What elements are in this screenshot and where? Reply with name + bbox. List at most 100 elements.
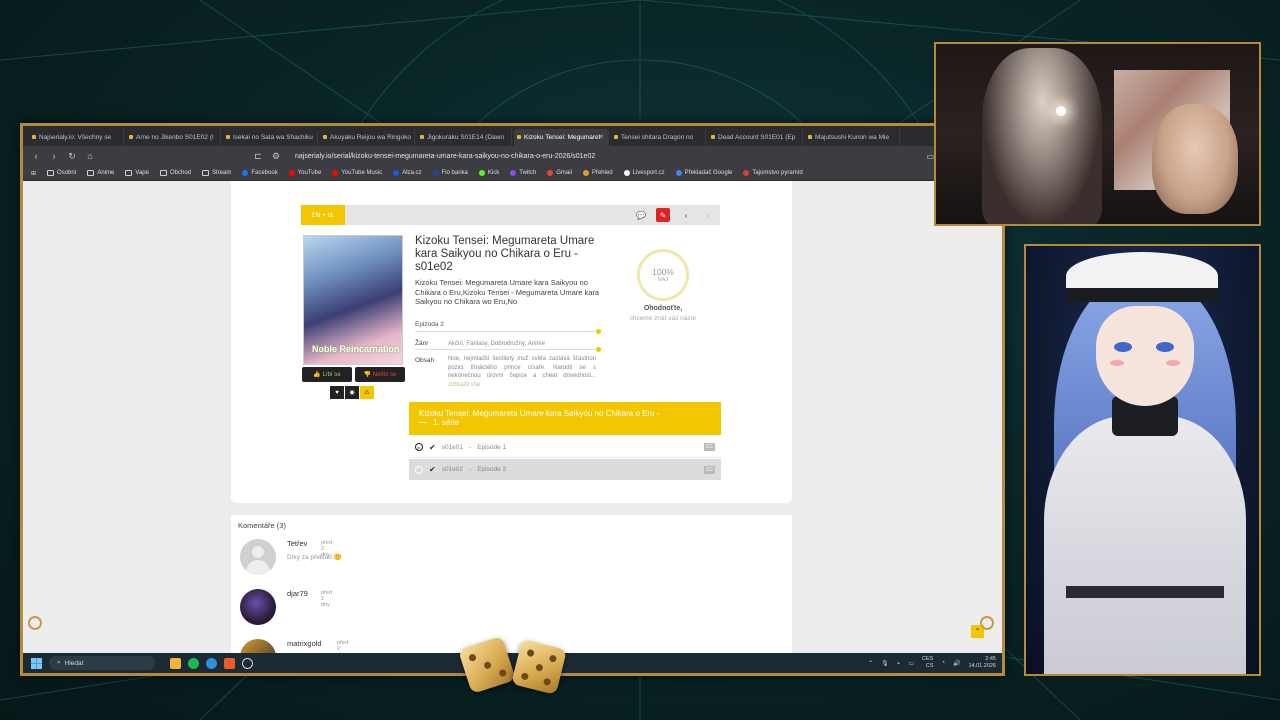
obs-icon[interactable] [242,657,253,669]
close-tab-icon[interactable]: ✕ [598,133,604,141]
browser-tab[interactable]: Isekai no Sata wa Shachiku [223,129,318,146]
alza-icon [393,170,400,176]
edge-icon[interactable] [206,657,217,669]
episode-card: EN + tit. 💬 ✎ ‹ › Noble Reincarnation 👍 … [231,181,792,503]
eye-icon[interactable]: ◉ [345,386,359,399]
die [458,636,516,694]
next-episode-icon[interactable]: › [701,208,715,222]
start-icon[interactable] [31,657,42,669]
collapse-icon[interactable]: — [419,418,427,427]
kick-icon [478,170,485,176]
browser-tab[interactable]: Tensei shitara Dragon no [611,129,706,146]
brave-icon[interactable] [224,657,235,669]
bookmark-link[interactable]: Gmail [547,170,572,176]
genre-value: Akční, Fantasy, Dobrodružný, Anime [448,341,545,347]
browser-window: Najserialy.io: Všechny se Arne no Jikenb… [20,123,1005,676]
episode-code: s01e02 [441,466,464,473]
prev-episode-icon[interactable]: ‹ [679,208,693,222]
forward-icon[interactable]: › [49,151,59,161]
gmail-icon [547,170,554,176]
url-field[interactable]: najserialy.io/serial/kizoku-tensei-megum… [289,153,919,160]
bookmark-icon[interactable]: ⊏ [253,151,263,162]
edit-icon[interactable]: ✎ [656,208,670,222]
bookmark-link[interactable]: Přehled [582,170,613,176]
tab-favicon-icon [323,135,327,139]
episode-row-current[interactable]: ✔ s01e02- Episode 2 CC [409,459,721,480]
file-explorer-icon[interactable] [170,657,181,669]
page-viewport: EN + tit. 💬 ✎ ‹ › Noble Reincarnation 👍 … [23,181,1002,653]
mic-icon[interactable]: 🎙 [881,660,889,667]
bookmark-link[interactable]: Kick [478,170,499,176]
bookmark-link[interactable]: Fio banka [432,170,468,176]
tab-bar: Najserialy.io: Všechny se Arne no Jikenb… [23,126,1002,146]
apps-icon[interactable]: ⊞ [31,170,36,177]
warning-icon[interactable]: ⚠ [360,386,374,399]
bookmark-link[interactable]: Twitch [510,170,536,176]
comment-icon[interactable]: 💬 [634,208,648,222]
wifi-icon[interactable]: ◔ [941,660,945,666]
folder-icon [87,170,95,176]
play-icon[interactable] [415,465,423,474]
tab-favicon-icon [711,135,715,139]
avatar[interactable] [240,639,276,653]
bookmark-folder[interactable]: Anime [87,170,114,176]
play-icon[interactable]: ▶ [415,443,423,451]
language-button[interactable]: EN + tit. [301,205,345,225]
die [511,639,567,695]
browser-tab[interactable]: Akuyaku Reijou wa Ringoko [320,129,415,146]
poster-title: Noble Reincarnation [312,344,400,354]
season-header[interactable]: Kizoku Tensei: Megumareta Umare kara Sai… [409,402,721,435]
plot-key: Obsah [415,357,435,364]
taskbar-search[interactable]: ⌕ Hledat [49,656,155,670]
episode-row[interactable]: ▶ ✔ s01e01- Episode 1 CC [409,437,721,458]
divider-dot [596,347,601,352]
browser-tab[interactable]: Jigokuraku S01E14 (Dawn [417,129,512,146]
browser-tab[interactable]: Najserialy.io: Všechny se [29,129,124,146]
rating-cta: Ohodnoťte, [643,305,683,312]
bookmark-folder[interactable]: Stream [202,170,231,176]
bookmark-link[interactable]: Alza.cz [393,170,422,176]
network-icon[interactable]: ⌁ [897,660,901,667]
rating-circle[interactable]: 100% NAJ [637,249,689,301]
comment-author[interactable]: Tetřev [287,539,307,548]
clock[interactable]: 2:45 14.01.2026 [968,656,996,670]
bookmark-link[interactable]: Facebook [242,170,278,176]
display-icon[interactable]: ▭ [908,660,914,667]
dislike-button[interactable]: 👎 Nelíbí se [355,367,405,382]
bookmark-link[interactable]: Překladač Google [675,170,732,176]
site-info-icon[interactable]: ⚙ [271,151,281,162]
home-icon[interactable]: ⌂ [85,151,95,161]
tray-chevron-icon[interactable]: ⌃ [868,660,873,667]
lamp-light [1056,106,1066,116]
avatar[interactable] [240,539,276,575]
bookmark-link[interactable]: YouTube Music [332,170,382,176]
heart-icon[interactable]: ♥ [330,386,344,399]
volume-icon[interactable]: 🔊 [953,660,960,667]
comment-author[interactable]: matrixgold [287,639,322,648]
action-icons: ♥ ◉ ⚠ [330,386,374,399]
comment-author[interactable]: djar79 [287,589,308,598]
divider [415,331,597,332]
episode-name: Episode 1 [477,443,507,451]
youtube-music-icon [332,170,339,176]
bookmark-folder[interactable]: Osobní [47,170,76,176]
spotify-icon[interactable] [188,657,199,669]
bookmark-link[interactable]: YouTube [288,170,321,176]
bookmark-link[interactable]: Livesport.cz [623,170,665,176]
bookmark-link[interactable]: Tajomstvo pyramíd [743,170,803,176]
back-icon[interactable]: ‹ [31,151,41,161]
language-indicator[interactable]: CES CS [922,656,933,670]
bookmark-folder[interactable]: Vape [125,170,149,176]
browser-tab[interactable]: Arne no Jikenbo S01E02 (I [126,129,221,146]
tab-favicon-icon [517,135,521,139]
bookmark-folder[interactable]: Obchod [159,170,191,176]
browser-tab[interactable]: Majutsushi Kunon wa Mie [805,129,900,146]
browser-tab[interactable]: Dead Account S01E01 (Ep [708,129,803,146]
folder-icon [202,170,209,176]
episode-toolbar: EN + tit. 💬 ✎ ‹ › [301,205,720,225]
avatar[interactable] [240,589,276,625]
like-button[interactable]: 👍 Líbí se [302,367,352,382]
show-more-link[interactable]: zobrazit vše [448,382,480,388]
reload-icon[interactable]: ↻ [67,151,77,162]
browser-tab-active[interactable]: Kizoku Tensei: Megumaret ✕ [514,129,609,146]
